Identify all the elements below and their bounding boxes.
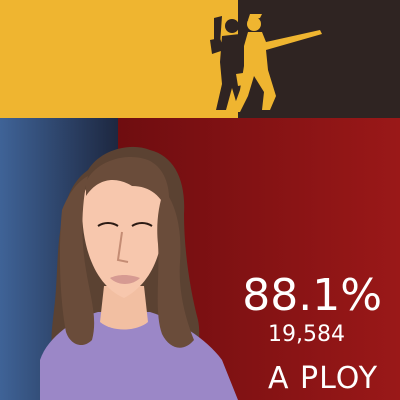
vote-count: 19,584 bbox=[268, 322, 345, 347]
percentage-value: 88.1% bbox=[242, 270, 382, 321]
answer-label: A PLOY bbox=[268, 361, 379, 396]
poster-card: 88.1% 19,584 A PLOY bbox=[0, 0, 400, 400]
silhouette-fighters-icon bbox=[0, 0, 400, 118]
woman-portrait-illustration bbox=[0, 118, 400, 400]
